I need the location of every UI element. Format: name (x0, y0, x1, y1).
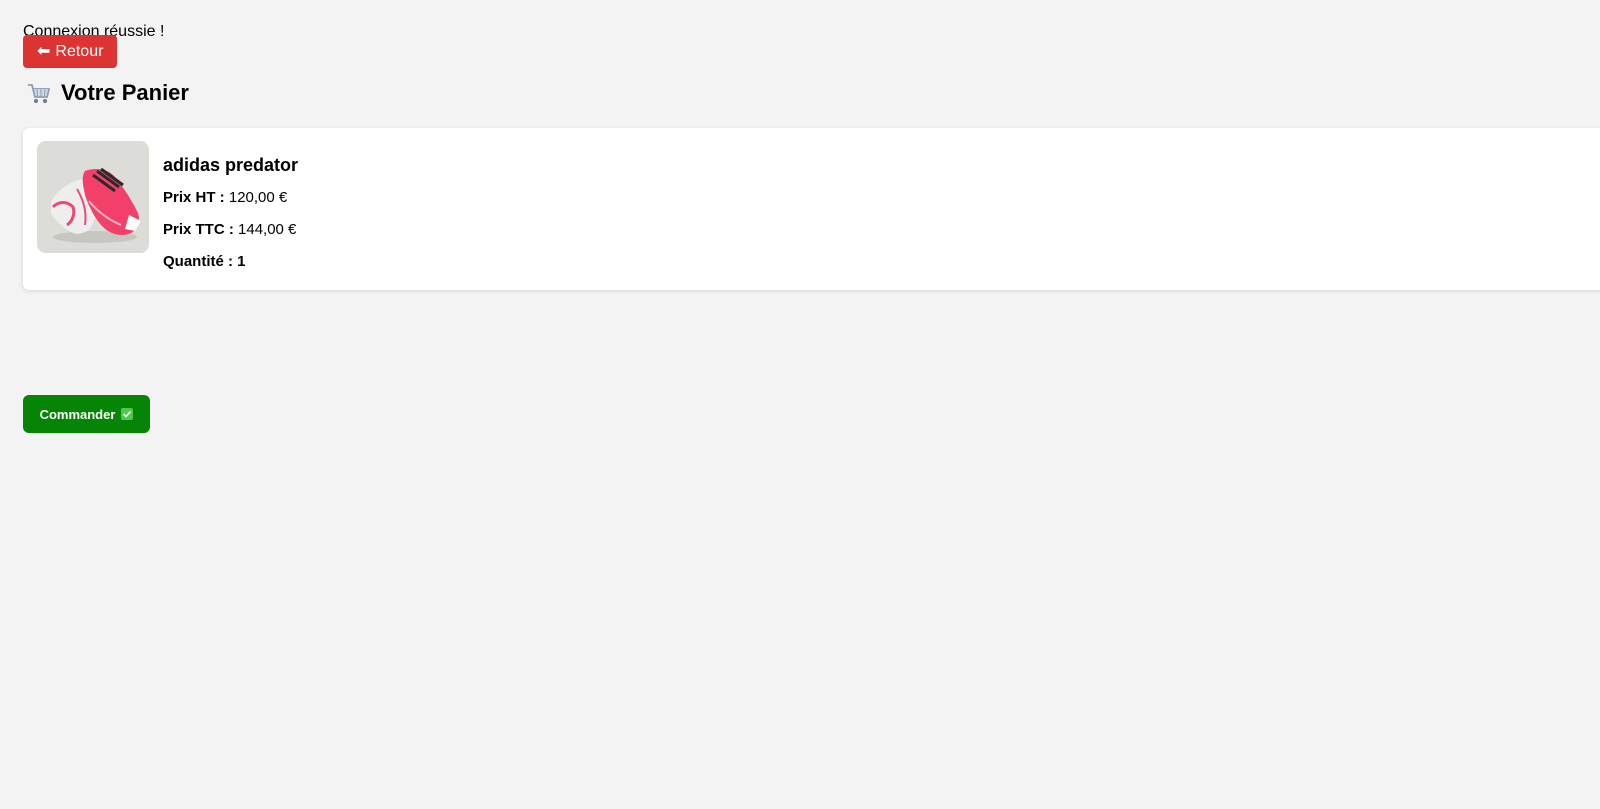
price-ttc-label: Prix TTC : (163, 221, 234, 238)
price-ttc-value: 144,00 € (238, 221, 297, 238)
cart-item: adidas predator Prix HT : 120,00 € Prix … (23, 128, 1600, 290)
order-button[interactable]: Commander (23, 395, 150, 433)
price-ht: Prix HT : 120,00 € (163, 189, 298, 207)
quantity: Quantité : 1 (163, 253, 298, 271)
back-button-label: Retour (55, 42, 104, 60)
product-info: adidas predator Prix HT : 120,00 € Prix … (163, 154, 298, 285)
shopping-cart-icon (28, 84, 50, 103)
back-button[interactable]: ⬅ Retour (23, 35, 118, 68)
pink-football-boots-image (37, 141, 149, 253)
product-name: adidas predator (163, 155, 299, 175)
product-image[interactable] (37, 141, 149, 253)
price-ht-value: 120,00 € (228, 189, 288, 206)
price-ht-label: Prix HT : (163, 189, 225, 206)
cart-page: Connexion réussie ! ⬅ Retour Votre Panie… (0, 0, 1600, 809)
order-button-label: Commander (39, 406, 116, 422)
price-ttc: Prix TTC : 144,00 € (163, 221, 298, 239)
page-title: Votre Panier (61, 80, 189, 105)
quantity-label: Quantité : 1 (163, 253, 246, 270)
left-arrow-icon: ⬅ (37, 42, 51, 60)
check-box-icon (121, 408, 134, 420)
page-header: Votre Panier (26, 80, 189, 106)
